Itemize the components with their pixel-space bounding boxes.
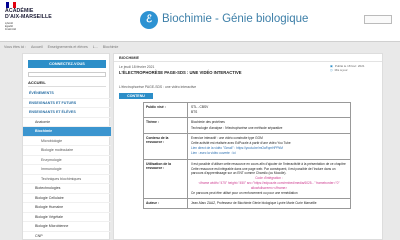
content-link[interactable]: Lien : avec la vidéo ouverte : Ici bbox=[191, 151, 347, 155]
article-title: L'ÉLECTROPHORÈSE PAGE-SDS : UNE VIDÉO IN… bbox=[119, 70, 242, 75]
table-row: Auteur : Jean-Marc ZAAZ, Professeur de Bi… bbox=[144, 199, 350, 209]
sidebar-item[interactable]: Biochimie bbox=[23, 127, 111, 137]
sidebar-item[interactable]: CNP bbox=[23, 232, 111, 240]
site-title[interactable]: Biochimie - Génie biologique bbox=[162, 13, 308, 25]
article-subtitle: L'électrophorèse PAGE-SDS : une vidéo in… bbox=[119, 85, 197, 89]
article-meta: ▣ Publié le 18 févr. 2021 ◷ Mis à jour bbox=[330, 64, 365, 73]
updated-label: Mis à jour bbox=[334, 68, 348, 73]
main-content: BIOCHIMIE Le jeudi 18 février 2021 L'ÉLE… bbox=[113, 53, 383, 240]
table-row: Contenu de la ressource : Exercice intera… bbox=[144, 133, 350, 160]
sidebar-item[interactable]: Immunologie bbox=[23, 165, 111, 175]
motto-line: Fraternité bbox=[5, 28, 17, 31]
breadcrumb-link[interactable]: Enseignements et élèves bbox=[48, 45, 88, 49]
site-logo-icon[interactable]: ℰ bbox=[140, 11, 158, 29]
content-line: Code d'intégration : bbox=[255, 176, 283, 181]
calendar-icon: ▣ bbox=[330, 64, 333, 68]
sidebar-item[interactable]: Anatomie bbox=[23, 118, 111, 127]
row-heading: Utilisation de la ressource : bbox=[144, 159, 188, 199]
content-line: Cette ressource est intégrable dans une … bbox=[191, 166, 336, 176]
sidebar-item[interactable]: Biologie moléculaire bbox=[23, 146, 111, 156]
sidebar-item[interactable]: ENSEIGNANTS ET FUTURS bbox=[23, 99, 111, 108]
sidebar-item[interactable]: Enzymologie bbox=[23, 156, 111, 165]
breadcrumb-link[interactable]: L... bbox=[93, 45, 98, 49]
row-heading: Auteur : bbox=[144, 199, 188, 209]
content-line: Biochimie des protéines bbox=[191, 120, 225, 125]
row-value: Biochimie des protéines Technologie d'ana… bbox=[188, 118, 350, 132]
category-bar: BIOCHIMIE bbox=[114, 54, 382, 62]
sidebar-item[interactable]: Biologie Cellulaire bbox=[23, 194, 111, 203]
table-row: Public visé : STL - CBSV BTS bbox=[144, 103, 350, 119]
site-header: ACADÉMIE D'AIX-MARSEILLE Liberté Égalité… bbox=[0, 0, 400, 42]
row-heading: Contenu de la ressource : bbox=[144, 133, 188, 159]
row-value: STL - CBSV BTS bbox=[188, 103, 350, 117]
content-label: CONTENU bbox=[119, 93, 153, 99]
content-line: Cette activité est réalisée avec EdPuzzl… bbox=[191, 141, 291, 146]
sidebar-item[interactable]: Techniques biochimiques bbox=[23, 175, 111, 184]
article-date: Le jeudi 18 février 2021 bbox=[119, 65, 155, 69]
breadcrumb-current: Biochimie bbox=[102, 45, 119, 49]
sidebar-item[interactable]: Biologie Microbienne bbox=[23, 222, 111, 232]
connect-button[interactable]: CONNECTEZ-VOUS bbox=[28, 60, 106, 68]
breadcrumb-prefix: Vous êtes ici : bbox=[4, 45, 27, 49]
published-date: Publié le 18 févr. 2021 bbox=[334, 64, 365, 68]
content-line: Il est possible d'utiliser cette ressour… bbox=[191, 161, 346, 166]
row-value: Exercice interactif : une vidéo construi… bbox=[188, 134, 350, 159]
clock-icon: ◷ bbox=[330, 68, 333, 73]
page: ACADÉMIE D'AIX-MARSEILLE Liberté Égalité… bbox=[0, 0, 400, 240]
row-heading: Public visé : bbox=[144, 103, 188, 118]
header-search-input[interactable] bbox=[364, 15, 392, 24]
row-heading: Thème : bbox=[144, 118, 188, 133]
sidebar: CONNECTEZ-VOUS ACCUEIL ÉVÉNEMENTS ENSEIGN… bbox=[22, 53, 111, 240]
content-line: BTS bbox=[191, 110, 198, 115]
content-line: Technologie d'analyse : l'électrophorèse… bbox=[191, 125, 283, 130]
table-row: Utilisation de la ressource : Il est poss… bbox=[144, 159, 350, 200]
breadcrumb-link[interactable]: Accueil bbox=[31, 45, 43, 49]
row-value: Il est possible d'utiliser cette ressour… bbox=[188, 160, 350, 198]
sidebar-item[interactable]: Microbiologie bbox=[23, 137, 111, 146]
republic-motto: Liberté Égalité Fraternité bbox=[5, 22, 16, 31]
content-link[interactable]: <iframe width="475" height="450" src="ht… bbox=[191, 181, 347, 189]
sidebar-search-input[interactable] bbox=[28, 72, 106, 77]
content-line: Jean-Marc ZAAZ, Professeur de Biochimie … bbox=[191, 201, 317, 206]
sidebar-item[interactable]: Biotechnologies bbox=[23, 184, 111, 194]
table-row: Thème : Biochimie des protéines Technologi… bbox=[144, 118, 350, 134]
sidebar-item[interactable]: ENSEIGNANTS ET ÉLÈVES bbox=[23, 108, 111, 118]
row-value: Jean-Marc ZAAZ, Professeur de Biochimie … bbox=[188, 199, 350, 208]
info-table: Public visé : STL - CBSV BTS Thème : Biochim… bbox=[143, 102, 351, 210]
brand-line: D'AIX-MARSEILLE bbox=[5, 13, 52, 20]
content-line: STL - CBSV bbox=[191, 105, 209, 109]
sidebar-section-title[interactable]: ACCUEIL bbox=[28, 80, 106, 87]
academy-brand[interactable]: ACADÉMIE D'AIX-MARSEILLE bbox=[5, 8, 52, 20]
sidebar-item[interactable]: Biologie Humaine bbox=[23, 203, 111, 213]
content-line: Exercice interactif : une vidéo construi… bbox=[191, 135, 263, 140]
breadcrumb: Vous êtes ici : Accueil Enseignements et… bbox=[4, 45, 122, 49]
sidebar-item[interactable]: Biologie Végétale bbox=[23, 213, 111, 222]
sidebar-item[interactable]: ÉVÉNEMENTS bbox=[23, 89, 111, 99]
sidebar-nav: ÉVÉNEMENTS ENSEIGNANTS ET FUTURS ENSEIGNAN… bbox=[23, 89, 111, 240]
content-line: Ce parcours peut être utilisé pour un re… bbox=[191, 190, 298, 195]
content-link[interactable]: Lien direct de la vidéo "Gmail" : https:… bbox=[191, 146, 347, 150]
